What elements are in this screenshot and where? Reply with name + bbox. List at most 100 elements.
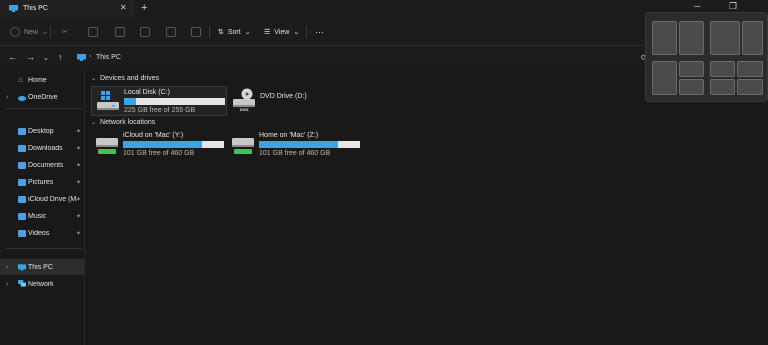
capacity-bar <box>259 141 360 148</box>
collapse-icon: ⌄ <box>91 76 97 82</box>
sidebar-item-this-pc[interactable]: › This PC <box>0 259 84 275</box>
devices-section-label: Devices and drives <box>100 75 160 82</box>
capacity-bar-fill <box>124 98 137 105</box>
pin-icon: ✦ <box>76 213 82 220</box>
snap-layout-quad-bottom-right[interactable] <box>737 79 763 95</box>
view-icon: ☰ <box>264 29 271 36</box>
desktop-folder-icon <box>18 128 26 135</box>
drive-free-space: 225 GB free of 255 GB <box>124 107 196 114</box>
drive-name: iCloud on 'Mac' (Y:) <box>123 132 184 139</box>
sidebar-item-label: OneDrive <box>28 93 58 101</box>
sort-button[interactable]: ⇅ Sort ⌄ <box>218 25 251 39</box>
drive-name: Home on 'Mac' (Z:) <box>259 132 319 139</box>
sidebar-item-label: Videos <box>28 229 50 237</box>
up-icon[interactable]: ↑ <box>58 52 63 62</box>
capacity-bar-fill <box>123 141 202 148</box>
rename-icon <box>140 27 150 37</box>
devices-section-header[interactable]: ⌄ Devices and drives <box>91 75 159 82</box>
tab-title: This PC <box>23 5 48 12</box>
forward-icon[interactable]: → <box>26 52 35 62</box>
more-options-button[interactable]: ··· <box>315 25 324 39</box>
sidebar-item-documents[interactable]: Documents ✦ <box>0 157 84 173</box>
snap-layout-half-left[interactable] <box>652 21 677 55</box>
pin-icon: ✦ <box>76 196 82 203</box>
view-label: View <box>274 28 290 36</box>
sidebar-item-desktop[interactable]: Desktop ✦ <box>0 123 84 139</box>
videos-folder-icon <box>18 230 26 237</box>
snap-layout-small-right[interactable] <box>742 21 763 55</box>
sidebar-item-downloads[interactable]: Downloads ✦ <box>0 140 84 156</box>
cut-icon: ✂ <box>62 29 68 36</box>
sidebar-item-pictures[interactable]: Pictures ✦ <box>0 174 84 190</box>
drive-free-space: 101 GB free of 460 GB <box>123 150 195 157</box>
recent-locations-icon[interactable]: ⌄ <box>43 54 49 62</box>
add-icon <box>10 27 20 37</box>
sidebar-item-label: Pictures <box>28 178 54 186</box>
paste-button[interactable] <box>115 25 129 39</box>
paste-icon <box>115 27 125 37</box>
drive-name: Local Disk (C:) <box>124 89 170 96</box>
network-section-label: Network locations <box>100 119 156 126</box>
more-icon: ··· <box>315 27 324 37</box>
drive-home-z[interactable]: Home on 'Mac' (Z:) 101 GB free of 460 GB <box>227 130 363 160</box>
copy-button[interactable] <box>88 25 102 39</box>
network-section-header[interactable]: ⌄ Network locations <box>91 119 155 126</box>
navigation-pane: ⌂ Home › OneDrive Desktop ✦ Downloads ✦ … <box>0 70 85 345</box>
chevron-down-icon: ⌄ <box>42 29 48 36</box>
new-tab-button[interactable]: + <box>141 2 147 14</box>
snap-layout-top-right[interactable] <box>679 61 704 77</box>
network-drive-icon <box>232 138 254 154</box>
maximize-icon[interactable]: ❐ <box>729 1 737 12</box>
breadcrumb-this-pc[interactable]: This PC <box>96 54 121 61</box>
snap-layout-bottom-right[interactable] <box>679 79 704 95</box>
expand-icon[interactable]: › <box>6 281 8 288</box>
this-pc-icon <box>9 5 18 12</box>
drive-icloud-y[interactable]: iCloud on 'Mac' (Y:) 101 GB free of 460 … <box>91 130 227 160</box>
share-button[interactable] <box>166 25 180 39</box>
this-pc-icon <box>18 264 26 271</box>
cloud-icon <box>18 96 26 101</box>
chevron-down-icon: ⌄ <box>244 29 251 36</box>
divider <box>6 108 82 109</box>
rename-button[interactable] <box>140 25 154 39</box>
pin-icon: ✦ <box>76 162 82 169</box>
sidebar-item-label: Network <box>28 280 54 288</box>
capacity-bar-fill <box>259 141 338 148</box>
sidebar-item-videos[interactable]: Videos ✦ <box>0 225 84 241</box>
snap-layout-quad-top-left[interactable] <box>710 61 735 77</box>
sidebar-item-label: Desktop <box>28 127 54 135</box>
snap-layout-quad-bottom-left[interactable] <box>710 79 735 95</box>
divider <box>306 26 307 38</box>
view-button[interactable]: ☰ View ⌄ <box>264 25 299 39</box>
cut-button[interactable]: ✂ <box>62 25 68 39</box>
delete-button[interactable] <box>191 25 205 39</box>
sidebar-item-music[interactable]: Music ✦ <box>0 208 84 224</box>
breadcrumb-separator: › <box>89 53 92 60</box>
divider <box>50 26 51 38</box>
minimize-icon[interactable]: ─ <box>694 1 700 11</box>
collapse-icon: ⌄ <box>91 120 97 126</box>
capacity-bar <box>124 98 225 105</box>
new-button[interactable]: New ⌄ <box>10 25 48 39</box>
close-tab-icon[interactable]: ✕ <box>120 3 127 12</box>
sidebar-item-home[interactable]: ⌂ Home <box>0 72 84 88</box>
back-icon[interactable]: ← <box>8 52 17 62</box>
sidebar-item-icloud-drive[interactable]: iCloud Drive (Mac ✦ <box>0 191 84 207</box>
sidebar-item-network[interactable]: › Network <box>0 276 84 292</box>
expand-icon[interactable]: › <box>6 264 8 271</box>
drive-local-disk-c[interactable]: Local Disk (C:) 225 GB free of 255 GB <box>91 86 227 116</box>
tab-this-pc[interactable]: This PC ✕ <box>0 0 133 18</box>
drive-dvd-d[interactable]: DVD DVD Drive (D:) <box>230 86 340 116</box>
downloads-folder-icon <box>18 145 26 152</box>
snap-layout-left-column[interactable] <box>652 61 677 95</box>
expand-icon[interactable]: › <box>6 94 8 101</box>
pin-icon: ✦ <box>76 128 82 135</box>
snap-layouts-flyout <box>645 12 768 102</box>
home-icon: ⌂ <box>18 75 23 84</box>
drive-free-space: 101 GB free of 460 GB <box>259 150 331 157</box>
sidebar-item-onedrive[interactable]: › OneDrive <box>0 89 84 105</box>
sidebar-item-label: This PC <box>28 263 53 271</box>
snap-layout-quad-top-right[interactable] <box>737 61 763 77</box>
snap-layout-large-left[interactable] <box>710 21 740 55</box>
snap-layout-half-right[interactable] <box>679 21 704 55</box>
